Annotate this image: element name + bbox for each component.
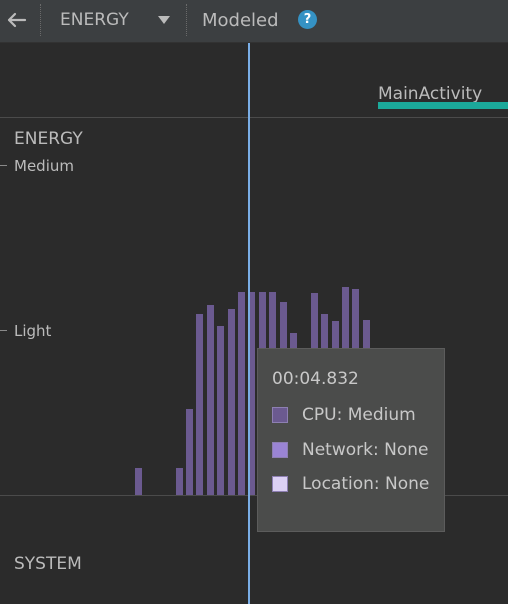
toolbar-separator <box>186 4 187 36</box>
activity-bar[interactable] <box>378 102 508 109</box>
energy-bar <box>217 326 224 495</box>
tooltip-cpu-label: CPU: Medium <box>302 405 416 425</box>
help-icon[interactable]: ? <box>298 10 317 29</box>
energy-bar <box>238 292 245 495</box>
tooltip-location-label: Location: None <box>302 474 430 494</box>
profiler-toolbar: ENERGY Modeled ? <box>0 0 508 43</box>
network-legend-swatch <box>272 442 288 458</box>
energy-bar <box>196 314 203 495</box>
energy-bar <box>228 309 235 495</box>
energy-bar <box>186 409 193 495</box>
activity-divider <box>0 117 508 118</box>
timeline-cursor[interactable] <box>248 43 250 604</box>
energy-bar <box>207 305 214 495</box>
energy-track-title: ENERGY <box>14 129 83 149</box>
level-label-medium: Medium <box>14 157 74 175</box>
back-button[interactable] <box>4 6 30 34</box>
energy-bar <box>176 468 183 495</box>
stage-select-label: ENERGY <box>60 10 129 30</box>
toolbar-separator <box>40 4 41 36</box>
tooltip-time: 00:04.832 <box>272 369 359 389</box>
tooltip-network-label: Network: None <box>302 440 429 460</box>
chevron-down-icon <box>158 16 170 24</box>
energy-tooltip: 00:04.832 CPU: Medium Network: None Loca… <box>257 348 445 532</box>
location-legend-swatch <box>272 476 288 492</box>
energy-bar <box>135 468 142 495</box>
level-tick-light <box>0 330 7 331</box>
activity-label: MainActivity <box>378 84 483 104</box>
arrow-left-icon <box>7 12 27 28</box>
mode-label: Modeled <box>202 10 279 31</box>
level-label-light: Light <box>14 322 52 340</box>
cpu-legend-swatch <box>272 407 288 423</box>
stage-select[interactable]: ENERGY <box>46 4 178 36</box>
system-track-title: SYSTEM <box>14 554 82 574</box>
level-tick-medium <box>0 165 7 166</box>
